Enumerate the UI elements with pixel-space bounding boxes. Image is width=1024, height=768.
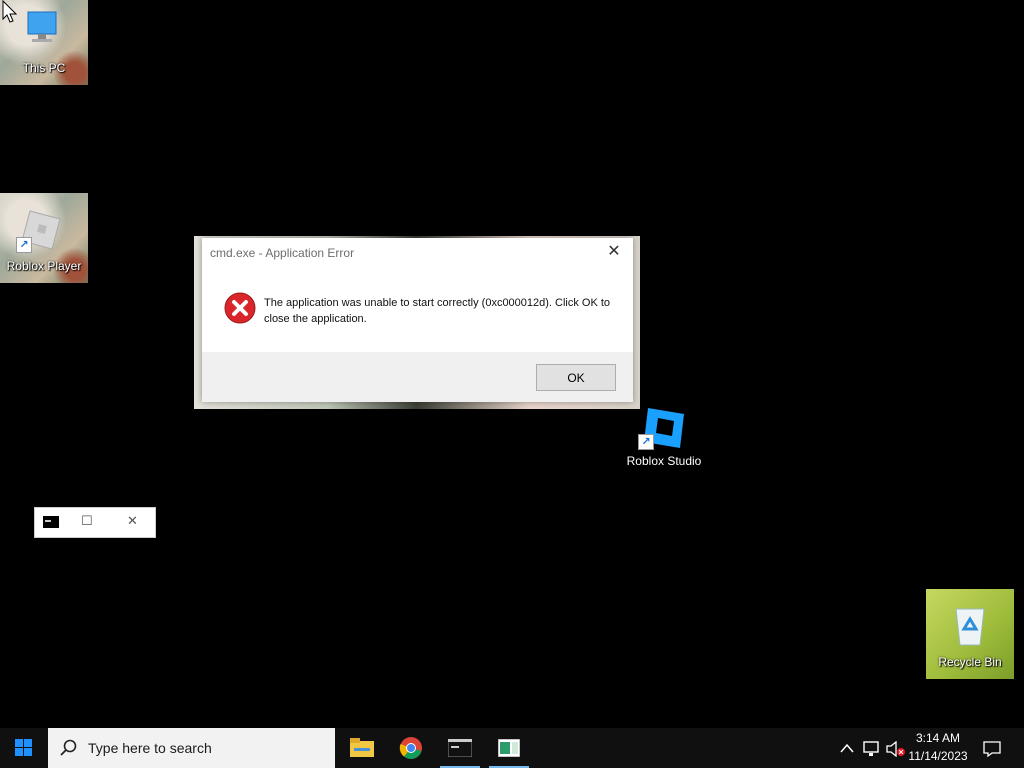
desktop-icon-recycle-bin[interactable]: Recycle Bin	[926, 589, 1014, 679]
close-button[interactable]: ✕	[127, 513, 138, 529]
start-button[interactable]	[0, 728, 48, 768]
terminal-icon	[448, 739, 472, 757]
recycle-bin-icon	[955, 608, 985, 646]
taskbar-search-box[interactable]: Type here to search	[48, 728, 335, 768]
network-icon[interactable]	[863, 741, 881, 757]
mouse-cursor-icon	[2, 0, 18, 23]
desktop-icon-roblox-player[interactable]: ↗ Roblox Player	[0, 193, 88, 283]
taskbar: Type here to search 3:14 AM 11/14/2023	[0, 728, 1024, 768]
taskbar-chrome[interactable]	[387, 728, 435, 768]
shortcut-arrow-icon: ↗	[638, 434, 654, 450]
dialog-close-button[interactable]: ✕	[603, 242, 625, 262]
search-icon	[60, 739, 77, 756]
chevron-up-icon[interactable]	[840, 743, 854, 753]
application-window-icon	[498, 739, 520, 757]
volume-muted-icon[interactable]	[886, 741, 906, 757]
shortcut-arrow-icon: ↗	[16, 237, 32, 253]
desktop-icon-label: Recycle Bin	[938, 655, 1002, 669]
dialog-title: cmd.exe - Application Error	[210, 246, 355, 260]
this-pc-icon	[27, 11, 57, 42]
notification-center-icon[interactable]	[983, 741, 1001, 757]
ok-button[interactable]: OK	[536, 364, 616, 391]
dialog-message: The application was unable to start corr…	[264, 297, 611, 325]
taskbar-cmd[interactable]	[436, 728, 484, 768]
clock-date[interactable]: 11/14/2023	[905, 749, 971, 763]
search-placeholder: Type here to search	[88, 740, 212, 756]
desktop-icon-roblox-studio[interactable]: ↗ Roblox Studio	[622, 400, 706, 475]
windows-logo-icon	[15, 739, 32, 756]
taskbar-error-app[interactable]	[485, 728, 533, 768]
cmd-icon	[43, 516, 59, 528]
dialog-footer: OK	[202, 352, 633, 402]
application-error-dialog: cmd.exe - Application Error ✕ The applic…	[202, 238, 633, 402]
error-icon	[224, 292, 256, 324]
taskbar-file-explorer[interactable]	[338, 728, 386, 768]
desktop-icon-label: This PC	[22, 61, 66, 75]
desktop-icon-label: Roblox Studio	[626, 454, 702, 468]
clock-time[interactable]: 3:14 AM	[905, 731, 971, 745]
maximize-button[interactable]: ☐	[81, 513, 93, 529]
chrome-icon	[399, 737, 422, 759]
desktop-icon-label: Roblox Player	[6, 259, 82, 273]
cmd-window-minimized[interactable]: ☐ ✕	[34, 507, 156, 538]
file-explorer-icon	[350, 738, 374, 757]
